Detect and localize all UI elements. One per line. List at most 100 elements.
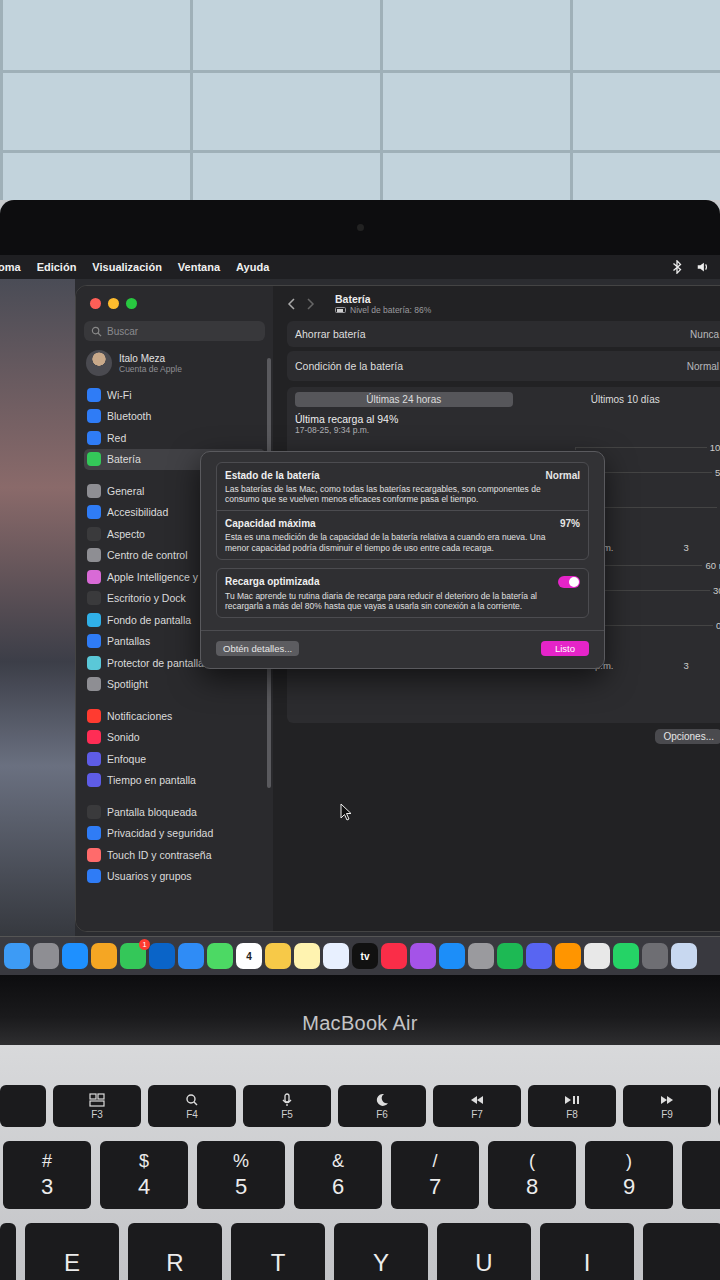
app-icon[interactable] xyxy=(33,943,59,969)
menu-item[interactable]: Edición xyxy=(37,261,77,273)
bluetooth-icon[interactable] xyxy=(670,260,684,274)
key[interactable] xyxy=(0,1223,16,1280)
app-icon[interactable] xyxy=(265,943,291,969)
app-icon[interactable] xyxy=(91,943,117,969)
app-icon[interactable] xyxy=(555,943,581,969)
app-icon[interactable] xyxy=(207,943,233,969)
last-charge-date: 17-08-25, 9:34 p.m. xyxy=(295,425,720,435)
function-key[interactable]: F4 xyxy=(148,1085,236,1127)
setting-icon xyxy=(87,730,101,744)
sidebar-item[interactable]: Privacidad y seguridad xyxy=(84,823,265,845)
settings-row[interactable]: Condición de la bateríaNormal xyxy=(287,351,720,381)
app-icon[interactable] xyxy=(526,943,552,969)
app-icon[interactable] xyxy=(323,943,349,969)
key[interactable] xyxy=(0,1085,46,1127)
setting-icon xyxy=(87,677,101,691)
optimized-toggle[interactable] xyxy=(558,576,580,588)
user-account[interactable]: Italo MezaCuenta de Apple xyxy=(84,341,265,384)
app-icon[interactable] xyxy=(642,943,668,969)
setting-icon xyxy=(87,805,101,819)
letter-key[interactable]: I xyxy=(540,1223,634,1280)
setting-icon xyxy=(87,484,101,498)
sidebar-item[interactable]: Wi-Fi xyxy=(84,384,265,406)
app-icon[interactable]: 4 xyxy=(236,943,262,969)
search-field[interactable]: Buscar xyxy=(84,321,265,341)
model-label: MacBook Air xyxy=(302,1012,418,1035)
app-icon[interactable] xyxy=(381,943,407,969)
app-icon[interactable] xyxy=(439,943,465,969)
menu-item[interactable]: Ventana xyxy=(178,261,220,273)
sidebar-item[interactable]: Usuarios y grupos xyxy=(84,866,265,888)
number-key[interactable]: &6 xyxy=(294,1141,382,1209)
setting-icon xyxy=(87,773,101,787)
volume-icon[interactable] xyxy=(696,260,710,274)
minimize-button[interactable] xyxy=(108,298,119,309)
app-icon[interactable] xyxy=(468,943,494,969)
letter-key[interactable]: U xyxy=(437,1223,531,1280)
letter-key[interactable]: E xyxy=(25,1223,119,1280)
sidebar-item[interactable]: Sonido xyxy=(84,727,265,749)
tab[interactable]: Últimos 10 días xyxy=(517,392,720,407)
tab[interactable]: Últimas 24 horas xyxy=(295,392,513,407)
axis-label: 3 xyxy=(683,542,688,553)
dialog-button[interactable]: Listo xyxy=(541,641,589,656)
letter-row: ERTYUI xyxy=(0,1223,720,1280)
options-button[interactable]: Opciones... xyxy=(655,729,720,744)
dialog-button[interactable]: Obtén detalles... xyxy=(216,641,299,656)
app-icon[interactable] xyxy=(497,943,523,969)
settings-row[interactable]: Ahorrar bateríaNunca xyxy=(287,321,720,347)
x-axis: p.m.3 xyxy=(595,542,720,553)
setting-icon xyxy=(87,505,101,519)
number-key[interactable]: )9 xyxy=(585,1141,673,1209)
app-icon[interactable] xyxy=(671,943,697,969)
function-key[interactable]: F3 xyxy=(53,1085,141,1127)
app-icon[interactable] xyxy=(294,943,320,969)
setting-icon xyxy=(87,848,101,862)
app-icon[interactable] xyxy=(410,943,436,969)
sidebar-item[interactable]: Touch ID y contraseña xyxy=(84,844,265,866)
number-key[interactable]: %5 xyxy=(197,1141,285,1209)
app-icon[interactable] xyxy=(149,943,175,969)
close-button[interactable] xyxy=(90,298,101,309)
sidebar-item[interactable]: Tiempo en pantalla xyxy=(84,770,265,792)
x-axis: p.m.3 xyxy=(595,660,720,671)
function-key[interactable]: F8 xyxy=(528,1085,616,1127)
function-key[interactable]: F5 xyxy=(243,1085,331,1127)
app-icon[interactable] xyxy=(62,943,88,969)
app-icon[interactable]: tv xyxy=(352,943,378,969)
sidebar-item[interactable]: Bluetooth xyxy=(84,406,265,428)
key[interactable] xyxy=(682,1141,720,1209)
app-icon[interactable] xyxy=(584,943,610,969)
function-key[interactable]: F6 xyxy=(338,1085,426,1127)
number-key[interactable]: #3 xyxy=(3,1141,91,1209)
app-icon[interactable] xyxy=(613,943,639,969)
function-key[interactable]: F9 xyxy=(623,1085,711,1127)
sidebar-item[interactable]: Spotlight xyxy=(84,674,265,696)
battery-icon xyxy=(335,307,346,313)
number-key[interactable]: /7 xyxy=(391,1141,479,1209)
key[interactable] xyxy=(643,1223,720,1280)
sidebar-item[interactable]: Notificaciones xyxy=(84,705,265,727)
function-key[interactable]: F7 xyxy=(433,1085,521,1127)
sidebar-item[interactable]: Enfoque xyxy=(84,748,265,770)
number-key[interactable]: (8 xyxy=(488,1141,576,1209)
app-icon[interactable] xyxy=(178,943,204,969)
menu-item[interactable]: Ayuda xyxy=(236,261,269,273)
key[interactable] xyxy=(718,1085,720,1127)
letter-key[interactable]: R xyxy=(128,1223,222,1280)
sidebar-item[interactable]: Red xyxy=(84,427,265,449)
moon-icon xyxy=(372,1093,392,1107)
sidebar-item[interactable]: Pantalla bloqueada xyxy=(84,801,265,823)
menu-item[interactable]: oma xyxy=(0,261,21,273)
forward-icon[interactable] xyxy=(305,297,315,311)
wallpaper xyxy=(0,279,75,975)
app-icon[interactable] xyxy=(4,943,30,969)
menu-item[interactable]: Visualización xyxy=(92,261,162,273)
back-icon[interactable] xyxy=(287,297,297,311)
letter-key[interactable]: T xyxy=(231,1223,325,1280)
letter-key[interactable]: Y xyxy=(334,1223,428,1280)
app-icon[interactable]: 1 xyxy=(120,943,146,969)
zoom-button[interactable] xyxy=(126,298,137,309)
number-key[interactable]: $4 xyxy=(100,1141,188,1209)
pointer-cursor-icon xyxy=(340,803,352,821)
